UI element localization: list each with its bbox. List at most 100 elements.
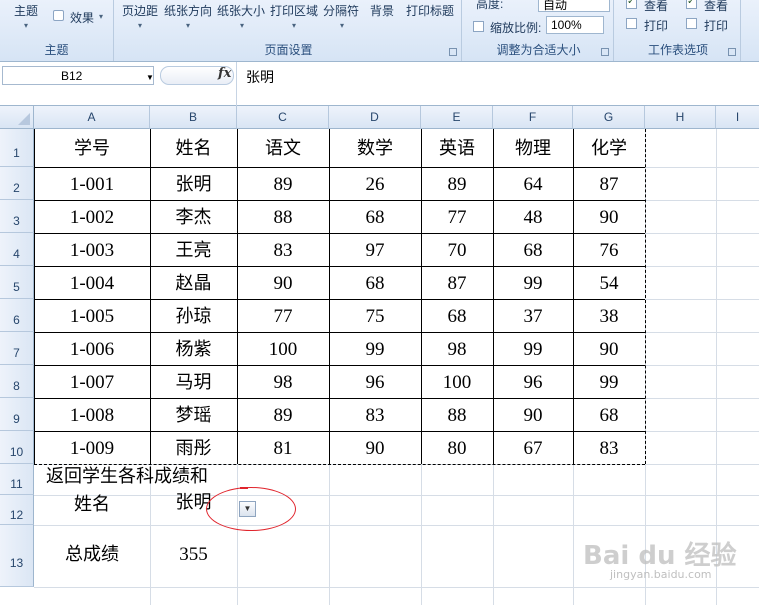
insert-function-icon[interactable]: fx <box>218 66 231 81</box>
name-box[interactable]: B12 <box>2 66 154 85</box>
header-cell[interactable]: 化学 <box>573 132 645 166</box>
header-cell[interactable]: 物理 <box>493 132 573 166</box>
row-header-9[interactable]: 9 <box>0 398 34 431</box>
row-header-10[interactable]: 10 <box>0 431 34 464</box>
table-cell[interactable]: 83 <box>237 237 329 265</box>
column-header-b[interactable]: B <box>150 106 237 129</box>
row-header-3[interactable]: 3 <box>0 200 34 233</box>
table-cell[interactable]: 88 <box>421 402 493 430</box>
column-header-a[interactable]: A <box>34 106 150 129</box>
table-cell[interactable]: 89 <box>237 171 329 199</box>
table-cell[interactable]: 87 <box>573 171 645 199</box>
themes-dropdown-icon[interactable]: ▾ <box>24 21 28 30</box>
table-cell[interactable]: 87 <box>421 270 493 298</box>
scale-field[interactable]: 100% <box>546 16 604 34</box>
table-cell[interactable]: 76 <box>573 237 645 265</box>
row-header-12[interactable]: 12 <box>0 495 34 525</box>
row-header-8[interactable]: 8 <box>0 365 34 398</box>
gridlines-print-checkbox[interactable] <box>626 18 637 29</box>
table-cell[interactable]: 98 <box>421 336 493 364</box>
table-cell[interactable]: 54 <box>573 270 645 298</box>
table-cell[interactable]: 64 <box>493 171 573 199</box>
table-cell[interactable]: 67 <box>493 435 573 463</box>
table-cell[interactable]: 90 <box>329 435 421 463</box>
table-cell[interactable]: 赵晶 <box>150 270 237 298</box>
table-cell[interactable]: 68 <box>573 402 645 430</box>
orientation-dropdown-icon[interactable]: ▾ <box>186 21 190 30</box>
cell-b13[interactable]: 355 <box>150 540 237 570</box>
table-cell[interactable]: 90 <box>493 402 573 430</box>
page-setup-launcher-icon[interactable] <box>449 48 457 56</box>
margins-button[interactable]: 页边距 <box>122 2 158 19</box>
formula-input[interactable]: 张明 <box>246 67 274 87</box>
table-cell[interactable]: 雨彤 <box>150 435 237 463</box>
table-cell[interactable]: 杨紫 <box>150 336 237 364</box>
name-box-dropdown-icon[interactable]: ▼ <box>146 73 154 82</box>
table-cell[interactable]: 98 <box>237 369 329 397</box>
table-cell[interactable]: 83 <box>329 402 421 430</box>
table-cell[interactable]: 99 <box>329 336 421 364</box>
table-cell[interactable]: 1-001 <box>34 171 150 199</box>
table-cell[interactable]: 90 <box>573 204 645 232</box>
row-header-5[interactable]: 5 <box>0 266 34 299</box>
print-area-dropdown-icon[interactable]: ▾ <box>292 21 296 30</box>
header-cell[interactable]: 数学 <box>329 132 421 166</box>
table-cell[interactable]: 89 <box>421 171 493 199</box>
print-area-button[interactable]: 打印区域 <box>270 2 318 19</box>
table-cell[interactable]: 77 <box>237 303 329 331</box>
table-cell[interactable]: 1-003 <box>34 237 150 265</box>
table-cell[interactable]: 96 <box>493 369 573 397</box>
row-header-6[interactable]: 6 <box>0 299 34 332</box>
gridlines-view-checkbox[interactable] <box>626 0 637 9</box>
print-titles-button[interactable]: 打印标题 <box>406 2 454 19</box>
table-cell[interactable]: 83 <box>573 435 645 463</box>
table-cell[interactable]: 97 <box>329 237 421 265</box>
header-cell[interactable]: 英语 <box>421 132 493 166</box>
header-cell[interactable]: 语文 <box>237 132 329 166</box>
row-header-2[interactable]: 2 <box>0 167 34 200</box>
table-cell[interactable]: 孙琼 <box>150 303 237 331</box>
table-cell[interactable]: 81 <box>237 435 329 463</box>
cell-a12[interactable]: 姓名 <box>34 490 150 520</box>
select-all-corner[interactable] <box>0 106 34 129</box>
column-header-i[interactable]: I <box>716 106 759 129</box>
column-header-d[interactable]: D <box>329 106 421 129</box>
table-cell[interactable]: 99 <box>493 336 573 364</box>
table-cell[interactable]: 48 <box>493 204 573 232</box>
table-cell[interactable]: 99 <box>573 369 645 397</box>
scale-to-fit-launcher-icon[interactable] <box>601 48 609 56</box>
table-cell[interactable]: 75 <box>329 303 421 331</box>
effects-dropdown-icon[interactable]: ▾ <box>99 12 103 21</box>
table-cell[interactable]: 1-008 <box>34 402 150 430</box>
table-cell[interactable]: 1-006 <box>34 336 150 364</box>
table-cell[interactable]: 68 <box>493 237 573 265</box>
table-cell[interactable]: 70 <box>421 237 493 265</box>
headings-view-checkbox[interactable] <box>686 0 697 9</box>
table-cell[interactable]: 77 <box>421 204 493 232</box>
header-cell[interactable]: 学号 <box>34 132 150 166</box>
size-dropdown-icon[interactable]: ▾ <box>240 21 244 30</box>
table-cell[interactable]: 68 <box>421 303 493 331</box>
header-cell[interactable]: 姓名 <box>150 132 237 166</box>
table-cell[interactable]: 99 <box>493 270 573 298</box>
column-header-f[interactable]: F <box>493 106 573 129</box>
table-cell[interactable]: 88 <box>237 204 329 232</box>
row-header-1[interactable]: 1 <box>0 129 34 167</box>
table-cell[interactable]: 26 <box>329 171 421 199</box>
table-cell[interactable]: 68 <box>329 270 421 298</box>
table-cell[interactable]: 张明 <box>150 171 237 199</box>
breaks-button[interactable]: 分隔符 <box>323 2 359 19</box>
table-cell[interactable]: 100 <box>421 369 493 397</box>
table-cell[interactable]: 80 <box>421 435 493 463</box>
table-cell[interactable]: 96 <box>329 369 421 397</box>
background-button[interactable]: 背景 <box>370 2 394 19</box>
table-cell[interactable]: 90 <box>237 270 329 298</box>
size-button[interactable]: 纸张大小 <box>217 2 265 19</box>
table-cell[interactable]: 1-005 <box>34 303 150 331</box>
sheet-options-launcher-icon[interactable] <box>728 48 736 56</box>
row-header-13[interactable]: 13 <box>0 525 34 587</box>
column-header-e[interactable]: E <box>421 106 493 129</box>
cell-a13[interactable]: 总成绩 <box>34 540 150 570</box>
table-cell[interactable]: 1-004 <box>34 270 150 298</box>
table-cell[interactable]: 37 <box>493 303 573 331</box>
